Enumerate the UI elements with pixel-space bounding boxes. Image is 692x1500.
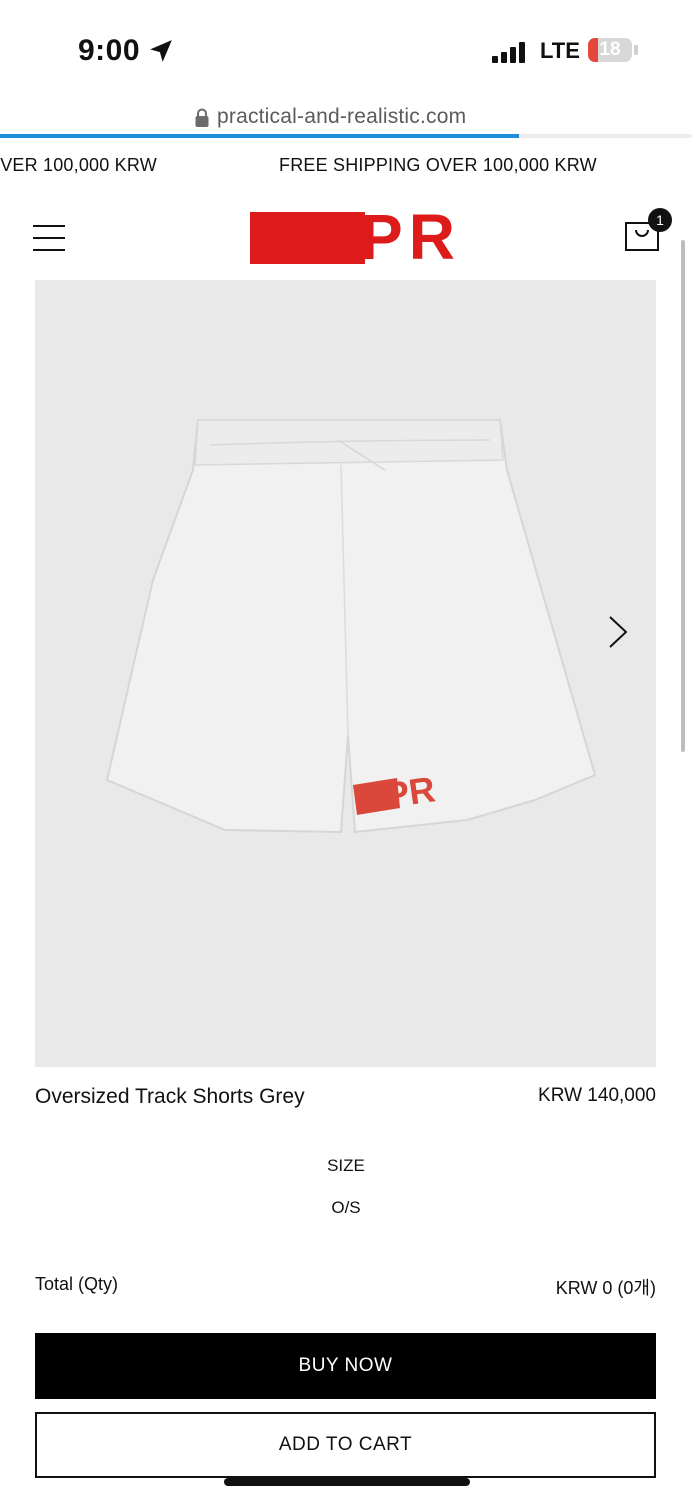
- status-time: 9:00: [78, 34, 141, 67]
- product-image[interactable]: PR: [35, 280, 656, 1067]
- logo-mark[interactable]: [250, 212, 365, 264]
- total-value: KRW 0 (0개): [555, 1278, 656, 1298]
- battery-icon: 18: [588, 38, 632, 62]
- scrollbar[interactable]: [681, 240, 685, 752]
- network-type: LTE: [540, 38, 580, 63]
- cart-count-badge: 1: [648, 208, 672, 232]
- total-label: Total (Qty): [35, 1274, 119, 1294]
- lock-icon: [195, 108, 209, 127]
- announcement-text-partial: OVER 100,000 KRW: [0, 155, 157, 175]
- battery-level: 18: [599, 39, 621, 60]
- url-text[interactable]: practical-and-realistic.com: [217, 105, 466, 129]
- signal-bars-icon: [492, 41, 530, 63]
- home-indicator: [224, 1478, 470, 1486]
- hamburger-menu-icon[interactable]: [33, 225, 65, 251]
- product-logo-text: PR: [382, 768, 437, 816]
- chevron-right-icon[interactable]: [604, 614, 630, 650]
- buy-now-button[interactable]: BUY NOW: [35, 1333, 656, 1399]
- product-price: KRW 140,000: [538, 1085, 656, 1106]
- battery-nub: [634, 45, 638, 55]
- size-option[interactable]: O/S: [0, 1198, 692, 1218]
- logo-text[interactable]: PR: [360, 200, 461, 274]
- location-arrow-icon: [150, 40, 172, 62]
- progress-fill: [0, 134, 519, 138]
- add-to-cart-button[interactable]: ADD TO CART: [35, 1412, 656, 1478]
- size-label: SIZE: [327, 1156, 365, 1175]
- page-load-progress: [0, 134, 692, 138]
- shorts-illustration: PR: [105, 419, 597, 834]
- product-name: Oversized Track Shorts Grey: [35, 1085, 305, 1108]
- announcement-text: FREE SHIPPING OVER 100,000 KRW: [279, 155, 597, 175]
